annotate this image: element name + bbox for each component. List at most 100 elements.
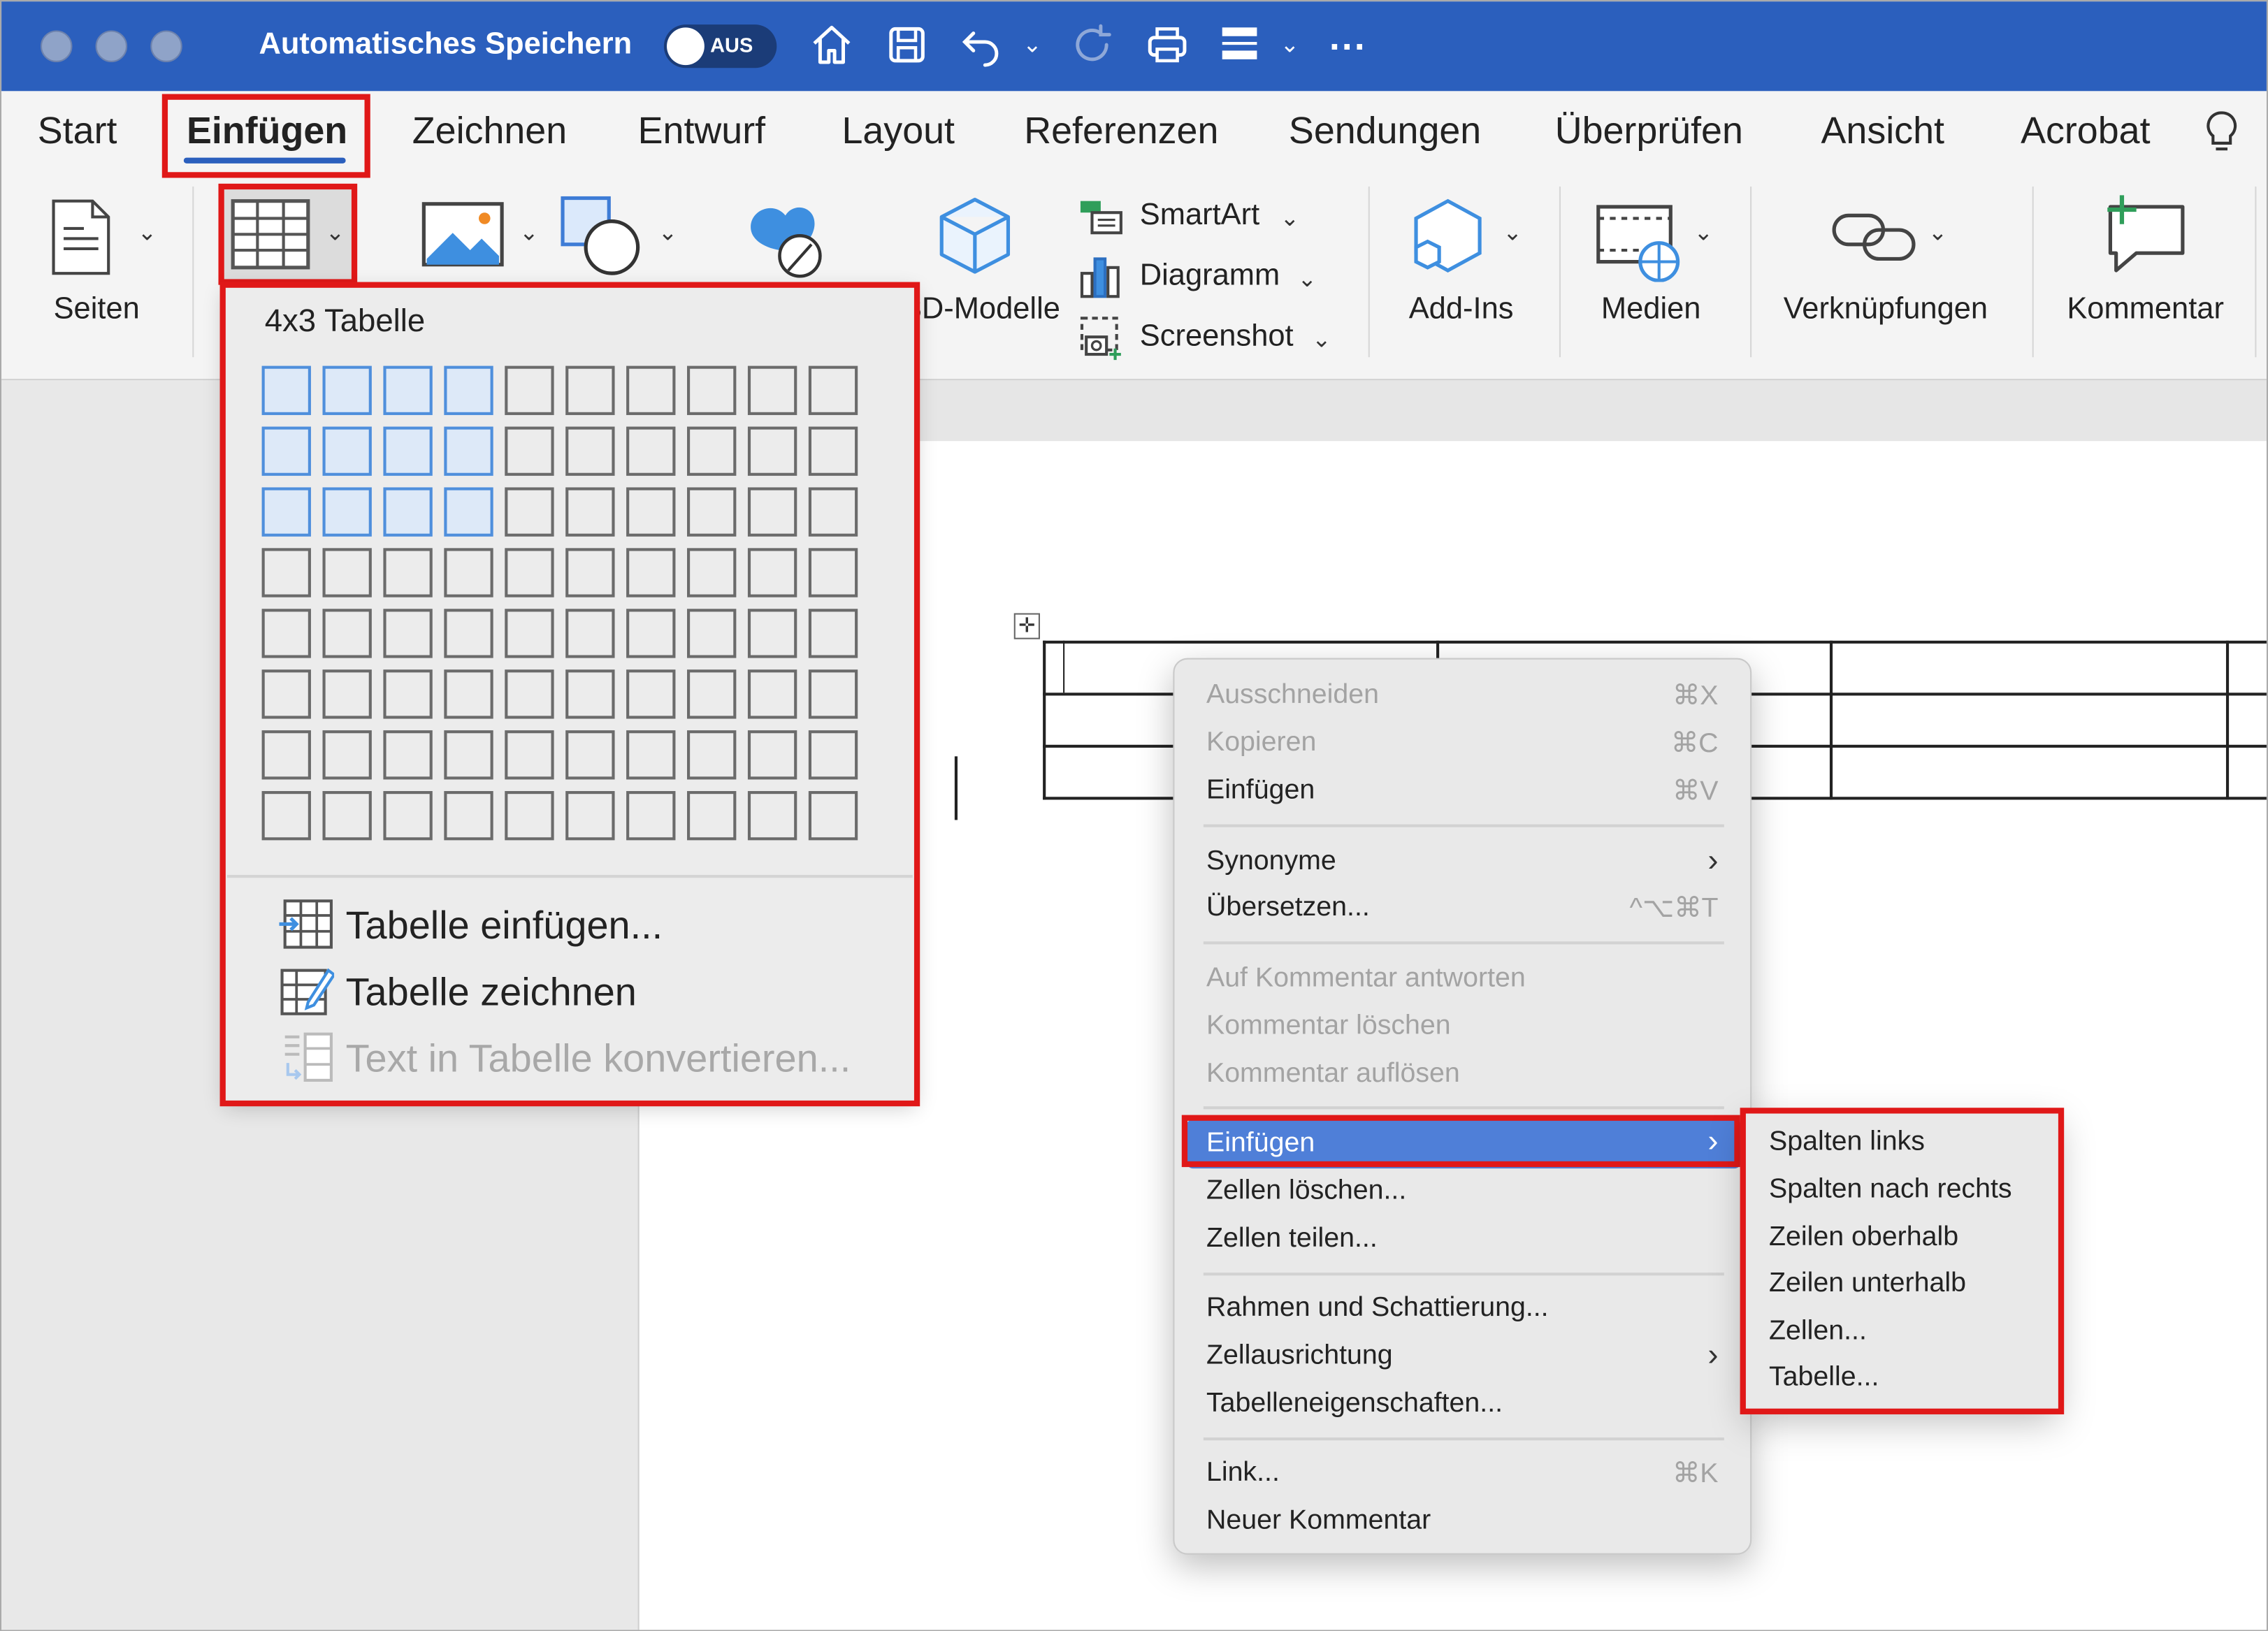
table-move-handle-icon[interactable]: ✛ bbox=[1013, 613, 1040, 639]
menu-item-kommentar-loeschen: Kommentar löschen bbox=[1206, 1010, 1451, 1042]
shapes-dropdown-icon[interactable]: ⌄ bbox=[658, 218, 678, 247]
tab-entwurf[interactable]: Entwurf bbox=[638, 108, 765, 153]
menu-item-auf-kommentar-antworten: Auf Kommentar antworten bbox=[1206, 963, 1526, 994]
ribbon-divider bbox=[1750, 186, 1752, 358]
media-dropdown-icon[interactable]: ⌄ bbox=[1693, 218, 1713, 247]
zoom-window-button[interactable] bbox=[150, 30, 182, 62]
diagramm-dropdown-icon[interactable]: ⌄ bbox=[1297, 265, 1317, 293]
table-border bbox=[1829, 640, 1833, 800]
add-ins-icon[interactable] bbox=[1404, 195, 1491, 276]
highlight-table-picker bbox=[219, 282, 920, 1107]
menu-separator bbox=[1203, 941, 1724, 945]
save-icon[interactable] bbox=[883, 22, 930, 68]
medien-label[interactable]: Medien bbox=[1601, 292, 1701, 327]
tab-acrobat[interactable]: Acrobat bbox=[2021, 108, 2150, 153]
ribbon-divider bbox=[1559, 186, 1561, 358]
smartart-icon[interactable] bbox=[1078, 198, 1124, 236]
toggle-knob bbox=[667, 27, 705, 66]
highlight-table-button bbox=[218, 183, 358, 285]
table-border bbox=[1063, 640, 1065, 693]
menu-item-zellen-loeschen[interactable]: Zellen löschen... bbox=[1206, 1176, 1406, 1208]
ribbon-divider bbox=[2032, 186, 2034, 358]
highlight-tab-einfuegen bbox=[161, 94, 370, 178]
link-icon[interactable] bbox=[1830, 207, 1919, 268]
screenshot-label[interactable]: Screenshot bbox=[1140, 319, 1294, 354]
add-ins-dropdown-icon[interactable]: ⌄ bbox=[1503, 218, 1522, 247]
context-menu: Ausschneiden ⌘X Kopieren ⌘C Einfügen ⌘V … bbox=[1173, 658, 1752, 1555]
smartart-dropdown-icon[interactable]: ⌄ bbox=[1280, 204, 1300, 233]
ribbon-divider bbox=[192, 186, 194, 358]
add-ins-label[interactable]: Add-Ins bbox=[1409, 292, 1514, 327]
comment-icon[interactable] bbox=[2102, 192, 2188, 279]
kommentar-label[interactable]: Kommentar bbox=[2067, 292, 2224, 327]
menu-separator bbox=[1203, 1273, 1724, 1276]
seiten-dropdown-icon[interactable]: ⌄ bbox=[138, 218, 157, 247]
menu-item-zellausrichtung[interactable]: Zellausrichtung bbox=[1206, 1340, 1393, 1372]
menu-item-zellen-teilen[interactable]: Zellen teilen... bbox=[1206, 1224, 1378, 1256]
menu-item-tabelleneigenschaften[interactable]: Tabelleneigenschaften... bbox=[1206, 1389, 1503, 1421]
shortcut-copy: ⌘C bbox=[1670, 729, 1719, 760]
close-window-button[interactable] bbox=[40, 30, 73, 62]
screenshot-icon[interactable] bbox=[1078, 314, 1124, 361]
table-border bbox=[2225, 640, 2230, 800]
more-icon[interactable]: ··· bbox=[1329, 24, 1367, 69]
menu-separator bbox=[1203, 1106, 1724, 1110]
tab-zeichnen[interactable]: Zeichnen bbox=[412, 108, 567, 153]
menu-item-uebersetzen[interactable]: Übersetzen... bbox=[1206, 892, 1370, 925]
chevron-right-icon: › bbox=[1707, 1336, 1719, 1372]
tab-sendungen[interactable]: Sendungen bbox=[1289, 108, 1481, 153]
3d-models-text: 3D-Modelle bbox=[909, 292, 1060, 326]
shortcut-cut: ⌘X bbox=[1672, 681, 1719, 712]
undo-icon[interactable] bbox=[959, 22, 1005, 68]
smartart-label[interactable]: SmartArt bbox=[1140, 198, 1259, 233]
table-border bbox=[1043, 640, 2267, 644]
chart-icon[interactable] bbox=[1078, 253, 1124, 299]
3d-models-icon[interactable] bbox=[936, 195, 1014, 276]
highlight-submenu bbox=[1740, 1108, 2065, 1414]
highlight-einfuegen-item bbox=[1181, 1115, 1740, 1168]
tab-layout[interactable]: Layout bbox=[842, 108, 955, 153]
undo-dropdown-icon[interactable]: ⌄ bbox=[1023, 30, 1042, 59]
menu-item-rahmen-schattierung[interactable]: Rahmen und Schattierung... bbox=[1206, 1293, 1549, 1325]
menu-item-neuer-kommentar[interactable]: Neuer Kommentar bbox=[1206, 1505, 1431, 1537]
screenshot-dropdown-icon[interactable]: ⌄ bbox=[1312, 326, 1331, 354]
toggle-state-label: AUS bbox=[710, 33, 753, 57]
print-icon[interactable] bbox=[1144, 22, 1190, 68]
menu-separator bbox=[1203, 1437, 1724, 1441]
title-bar: Automatisches Speichern AUS ⌄ ⌄ ··· bbox=[1, 1, 2267, 92]
3d-models-label[interactable]: 3D-Modelle bbox=[910, 292, 1060, 327]
menu-item-ausschneiden: Ausschneiden bbox=[1206, 679, 1380, 711]
seiten-label[interactable]: Seiten bbox=[54, 292, 140, 327]
tab-referenzen[interactable]: Referenzen bbox=[1024, 108, 1218, 153]
autosave-label: Automatisches Speichern bbox=[259, 27, 633, 61]
minimize-window-button[interactable] bbox=[95, 30, 128, 62]
verknuepfungen-label[interactable]: Verknüpfungen bbox=[1784, 292, 1988, 327]
diagramm-label[interactable]: Diagramm bbox=[1140, 259, 1280, 293]
shapes-icon[interactable] bbox=[560, 195, 644, 276]
menu-item-link[interactable]: Link... bbox=[1206, 1458, 1280, 1490]
media-icon[interactable] bbox=[1596, 201, 1685, 282]
link-dropdown-icon[interactable]: ⌄ bbox=[1928, 218, 1948, 247]
icons-icon[interactable] bbox=[742, 195, 826, 279]
tab-ueberpruefen[interactable]: Überprüfen bbox=[1555, 108, 1743, 153]
word-window: Automatisches Speichern AUS ⌄ ⌄ ··· Star… bbox=[0, 0, 2268, 1631]
menu-item-kopieren: Kopieren bbox=[1206, 727, 1317, 758]
customize-dropdown-icon[interactable]: ⌄ bbox=[1280, 30, 1300, 59]
shortcut-link: ⌘K bbox=[1672, 1459, 1719, 1490]
shortcut-paste: ⌘V bbox=[1672, 776, 1719, 807]
lightbulb-icon[interactable] bbox=[2203, 108, 2241, 157]
shortcut-translate: ^⌥⌘T bbox=[1629, 893, 1719, 925]
page-icon[interactable] bbox=[49, 196, 113, 277]
picture-dropdown-icon[interactable]: ⌄ bbox=[519, 218, 539, 247]
customize-icon[interactable] bbox=[1216, 22, 1262, 68]
home-icon[interactable] bbox=[809, 22, 855, 68]
autosave-toggle[interactable]: AUS bbox=[663, 24, 777, 68]
ribbon-divider bbox=[2255, 186, 2257, 358]
menu-item-synonyme[interactable]: Synonyme bbox=[1206, 846, 1336, 878]
tab-start[interactable]: Start bbox=[38, 108, 117, 153]
tab-ansicht[interactable]: Ansicht bbox=[1821, 108, 1944, 153]
menu-item-kommentar-aufloesen: Kommentar auflösen bbox=[1206, 1058, 1460, 1089]
redo-icon[interactable] bbox=[1069, 22, 1115, 68]
picture-icon[interactable] bbox=[421, 201, 505, 268]
menu-item-einfuegen-paste[interactable]: Einfügen bbox=[1206, 775, 1315, 807]
